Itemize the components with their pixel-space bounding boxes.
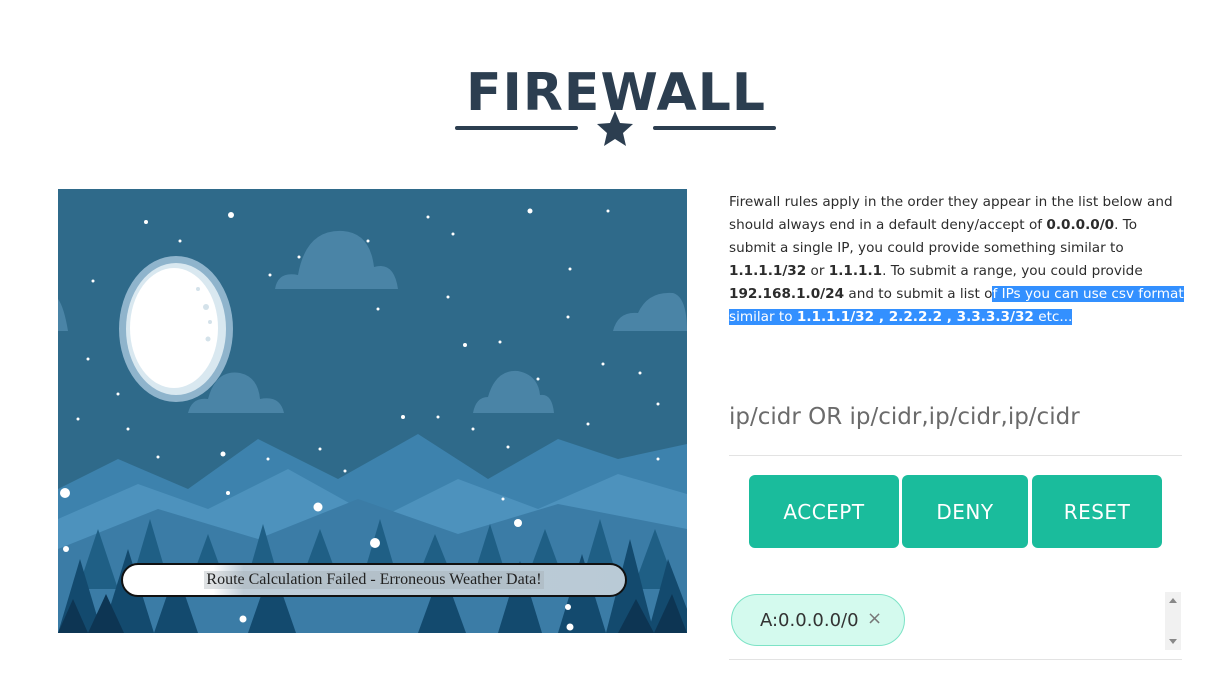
title-divider [455, 108, 777, 148]
scroll-down-icon[interactable] [1169, 639, 1177, 644]
selected-text-2: etc... [1033, 309, 1073, 325]
range-cidr-example: 192.168.1.0/24 [729, 286, 845, 302]
default-cidr-example: 0.0.0.0/0 [1046, 217, 1115, 233]
instructions-text-4: . To submit a range, you could provide [882, 263, 1143, 279]
rules-scrollbar[interactable] [1165, 592, 1181, 650]
instructions-text-3: or [806, 263, 829, 279]
divider-line-right [653, 126, 776, 130]
reset-button[interactable]: RESET [1032, 475, 1162, 548]
firewall-instructions: Firewall rules apply in the order they a… [729, 191, 1184, 329]
scroll-up-icon[interactable] [1169, 598, 1177, 603]
rule-chip[interactable]: A:0.0.0.0/0 × [731, 594, 905, 646]
divider-line-left [455, 126, 578, 130]
list-example: 1.1.1.1/32 , 2.2.2.2 , 3.3.3.3/32 [796, 309, 1034, 325]
single-ip-example: 1.1.1.1 [828, 263, 883, 279]
rule-label: A:0.0.0.0/0 [760, 609, 859, 631]
firewall-page: FIREWALL Route Calculation Failed - Erro… [0, 0, 1213, 684]
route-status-text: Route Calculation Failed - Erroneous Wea… [204, 571, 544, 589]
single-ip-cidr-example: 1.1.1.1/32 [729, 263, 807, 279]
deny-button[interactable]: DENY [902, 475, 1028, 548]
route-status-banner: Route Calculation Failed - Erroneous Wea… [121, 563, 627, 597]
rules-list[interactable]: A:0.0.0.0/0 × [729, 590, 1182, 660]
instructions-text-5: and to submit a list o [844, 286, 993, 302]
ip-cidr-input[interactable] [729, 378, 1182, 456]
accept-button[interactable]: ACCEPT [749, 475, 899, 548]
close-icon[interactable]: × [867, 608, 882, 629]
star-icon [597, 111, 633, 146]
